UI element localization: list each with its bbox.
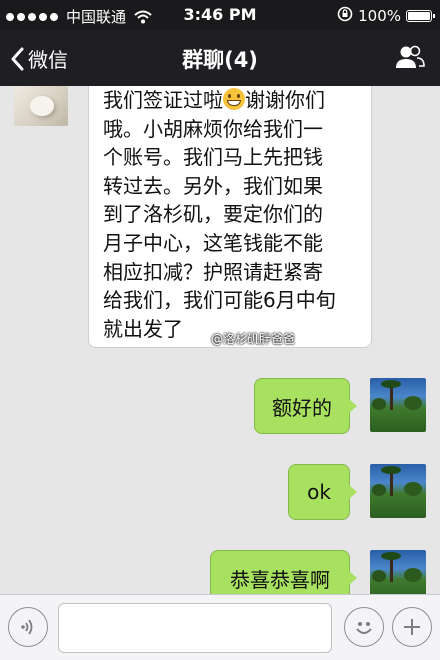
nav-bar: 微信 群聊(4) [0, 30, 440, 86]
emoji-button[interactable] [344, 607, 384, 647]
my-avatar[interactable] [370, 550, 426, 594]
message-text: 恭喜恭喜啊 [230, 567, 330, 592]
message-bubble-received[interactable]: 我们签证过啦 谢谢你们 哦。小胡麻烦你给我们一 个账号。我们马上先把钱 转过去。另… [88, 86, 372, 348]
weibo-icon [196, 333, 208, 344]
input-bar [0, 594, 440, 660]
sender-avatar[interactable] [14, 86, 68, 126]
message-input[interactable] [58, 603, 332, 653]
message-line: 相应扣减？护照请赶紧寄 [103, 259, 323, 284]
group-members-button[interactable] [394, 44, 426, 74]
battery-icon [406, 10, 435, 22]
message-text: 额好的 [272, 395, 332, 420]
emoji-icon [356, 622, 372, 634]
watermark-text: @洛杉矶胖爸爸 [211, 332, 296, 346]
plus-button[interactable] [392, 607, 432, 647]
message-line: 给我们，我们可能6月中旬 [103, 288, 336, 313]
group-members-icon [396, 45, 425, 68]
message-line: 个账号。我们马上先把钱 [103, 145, 323, 170]
chat-area[interactable]: 我们签证过啦 谢谢你们 哦。小胡麻烦你给我们一 个账号。我们马上先把钱 转过去。另… [0, 86, 440, 594]
rotation-lock-icon [337, 6, 353, 26]
message-line: 月子中心，这笔钱能不能 [103, 230, 323, 255]
message-bubble-sent[interactable]: 额好的 [254, 378, 357, 434]
message-text: ok [307, 480, 331, 504]
battery-percent: 100% [358, 7, 401, 25]
message-line: 转过去。另外，我们如果 [103, 173, 323, 198]
message-bubble-sent[interactable]: 恭喜恭喜啊 [210, 550, 357, 594]
plus-icon [404, 619, 420, 635]
status-right: 100% [337, 6, 435, 26]
grinning-face-emoji [223, 88, 245, 110]
status-bar: 中国联通 3:46 PM 100% [0, 0, 440, 30]
voice-icon [21, 619, 33, 635]
voice-button[interactable] [8, 607, 48, 647]
message-line: 到了洛杉矶，要定你们的 [103, 202, 323, 227]
watermark: @洛杉矶胖爸爸 [196, 330, 295, 347]
message-line: 哦。小胡麻烦你给我们一 [103, 116, 323, 141]
message-line: 我们签证过啦 谢谢你们 [103, 88, 325, 112]
page-title: 群聊(4) [182, 48, 258, 72]
my-avatar[interactable] [370, 378, 426, 432]
my-avatar[interactable] [370, 464, 426, 518]
message-bubble-sent[interactable]: ok [288, 464, 357, 520]
